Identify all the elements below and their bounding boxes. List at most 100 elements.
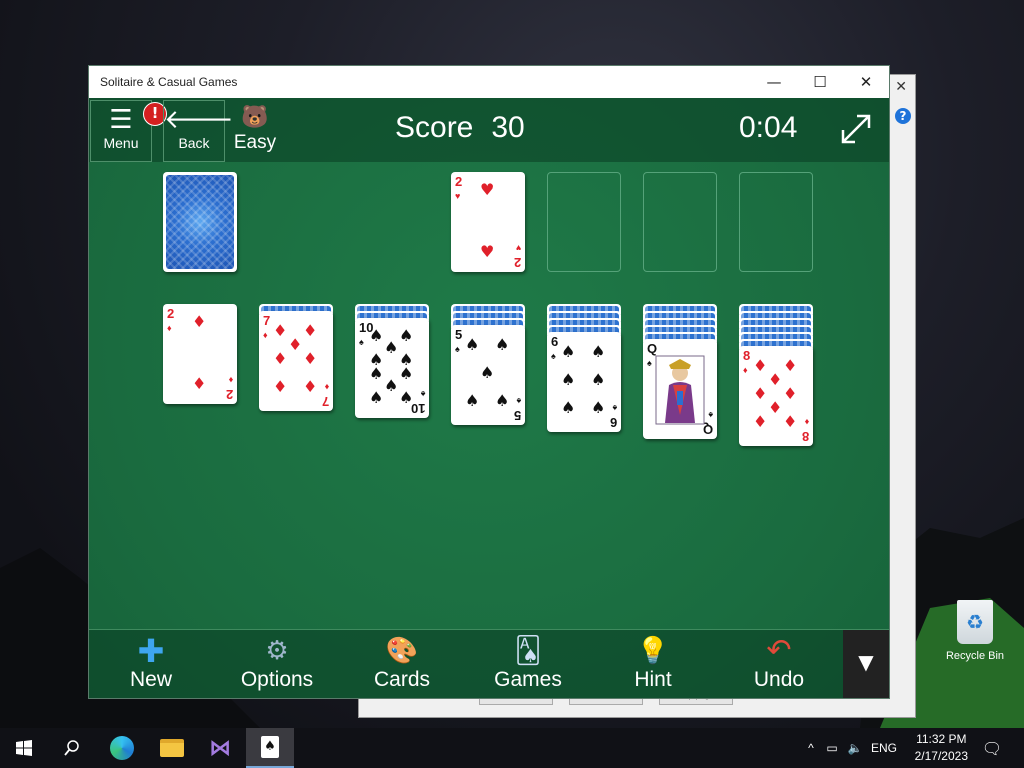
undo-button[interactable]: ↶ Undo	[724, 634, 834, 696]
hint-label: Hint	[634, 668, 672, 691]
spade-suit-icon: ♠	[384, 376, 399, 395]
diamond-suit-icon: ♦	[783, 356, 798, 375]
back-button[interactable]: 🡐 Back	[163, 100, 234, 162]
game-board: ☰ Menu ! 🡐 Back 🐻 Easy Score 30 0:04 2 ♥…	[89, 98, 889, 698]
spade-suit-icon: ♠	[399, 364, 414, 383]
windows-logo-icon	[16, 740, 32, 756]
diamond-suit-icon: ♦	[192, 312, 207, 331]
minimize-button[interactable]: —	[751, 66, 797, 98]
options-button[interactable]: ⚙ Options	[222, 634, 332, 696]
diamond-suit-icon: ♦	[753, 356, 768, 375]
new-game-button[interactable]: ✚ New	[96, 634, 206, 696]
score-value: 30	[491, 111, 525, 144]
volume-icon[interactable]: 🔈	[844, 741, 866, 755]
card-rank-bottom: 8 ♦	[801, 417, 809, 444]
arrow-left-icon: 🡐	[164, 105, 234, 135]
foundation-card-heart[interactable]: 2 ♥ ♥ ♥ 2 ♥	[451, 172, 525, 272]
games-button[interactable]: 🂡 Games	[473, 634, 583, 696]
spade-suit-icon: ♠	[465, 335, 480, 354]
diamond-suit-icon: ♦	[303, 321, 318, 340]
folder-icon	[160, 739, 184, 757]
bottom-toolbar: ✚ New ⚙ Options 🎨 Cards 🂡 Games 💡 Hint ↶	[89, 629, 889, 698]
clock-date: 2/17/2023	[914, 749, 968, 763]
games-label: Games	[494, 668, 562, 691]
menu-button[interactable]: ☰ Menu !	[90, 100, 167, 162]
diamond-suit-icon: ♦	[768, 398, 783, 417]
file-explorer-button[interactable]	[148, 728, 196, 768]
diamond-suit-icon: ♦	[753, 384, 768, 403]
heart-suit-icon: ♥	[480, 242, 495, 261]
stock-pile[interactable]	[163, 172, 237, 272]
spade-suit-icon: ♠	[591, 370, 606, 389]
taskbar-clock[interactable]: 11:32 PM 2/17/2023	[915, 731, 968, 765]
card-rank: 6 ♠	[551, 334, 559, 361]
diamond-suit-icon: ♦	[783, 384, 798, 403]
search-button[interactable]	[48, 728, 96, 768]
tableau-card-1[interactable]: 2 ♦ ♦ ♦ 2 ♦	[163, 304, 237, 404]
solitaire-icon: ♠	[261, 736, 279, 758]
tableau-card-4[interactable]: 5 ♠ ♠ ♠ ♠ ♠ ♠ 5 ♠	[451, 325, 525, 425]
solitaire-window: Solitaire & Casual Games — ☐ ✕ ☰ Menu ! …	[88, 65, 890, 699]
network-icon[interactable]: ▭	[820, 741, 844, 755]
cards-label: Cards	[373, 668, 431, 691]
search-icon	[64, 740, 79, 756]
cards-button[interactable]: 🎨 Cards	[347, 634, 457, 696]
card-rank-bottom: 2 ♥	[513, 243, 521, 270]
foundation-slot-3[interactable]	[643, 172, 717, 272]
gear-icon: ⚙	[265, 636, 289, 666]
foundation-slot-4[interactable]	[739, 172, 813, 272]
card-rank: 2 ♦	[167, 306, 175, 333]
notifications-button[interactable]: 🗨	[968, 728, 1016, 768]
diamond-suit-icon: ♦	[753, 412, 768, 431]
help-icon[interactable]: ?	[895, 108, 911, 124]
fullscreen-icon[interactable]	[839, 112, 873, 146]
spade-suit-icon: ♠	[369, 364, 384, 383]
close-icon[interactable]: ✕	[895, 79, 907, 95]
tableau-card-6[interactable]: Q ♠ Q ♠	[643, 339, 717, 439]
card-rank: 2 ♥	[455, 174, 463, 201]
tableau-card-5[interactable]: 6 ♠ ♠ ♠ ♠ ♠ ♠ ♠ 6 ♠	[547, 332, 621, 432]
visual-studio-button[interactable]: ⋈	[196, 728, 244, 768]
start-button[interactable]	[0, 728, 48, 768]
recycle-bin[interactable]: Recycle Bin	[940, 600, 1010, 662]
maximize-button[interactable]: ☐	[797, 66, 843, 98]
clock-time: 11:32 PM	[916, 732, 967, 746]
undo-arrow-icon: ↶	[766, 633, 792, 668]
difficulty-label: Easy	[233, 132, 277, 153]
palette-icon: 🎨	[385, 636, 419, 666]
recycle-bin-label: Recycle Bin	[945, 650, 1005, 662]
hamburger-icon: ☰	[109, 105, 133, 135]
edge-icon	[110, 736, 134, 760]
card-rank-bottom: 2 ♦	[225, 375, 233, 402]
chevron-down-icon[interactable]: ▼	[843, 630, 889, 698]
notification-icon: 🗨	[981, 738, 1003, 758]
card-rank-bottom: 5 ♠	[513, 396, 521, 423]
tableau-card-3[interactable]: 10 ♠ ♠ ♠ ♠ ♠ ♠ ♠ ♠ ♠ ♠ ♠ 10 ♠	[355, 318, 429, 418]
hint-button[interactable]: 💡 Hint	[598, 634, 708, 696]
recycle-bin-icon	[957, 600, 993, 644]
title-bar: Solitaire & Casual Games — ☐ ✕	[89, 66, 889, 98]
card-rank: 8 ♦	[743, 348, 751, 375]
spade-suit-icon: ♠	[495, 335, 510, 354]
edge-browser-button[interactable]	[98, 728, 146, 768]
tableau-card-7[interactable]: 8 ♦ ♦ ♦ ♦ ♦ ♦ ♦ ♦ ♦ 8 ♦	[739, 346, 813, 446]
diamond-suit-icon: ♦	[303, 377, 318, 396]
spade-suit-icon: ♠	[591, 342, 606, 361]
diamond-suit-icon: ♦	[273, 377, 288, 396]
language-indicator[interactable]: ENG	[866, 741, 902, 755]
close-button[interactable]: ✕	[843, 66, 889, 98]
system-tray: ^ ▭ 🔈 ENG	[802, 728, 902, 768]
game-top-bar: ☰ Menu ! 🡐 Back 🐻 Easy Score 30 0:04	[89, 98, 889, 162]
chevron-up-icon[interactable]: ^	[802, 741, 820, 755]
window-title: Solitaire & Casual Games	[100, 75, 238, 89]
card-rank: 5 ♠	[455, 327, 463, 354]
diamond-suit-icon: ♦	[783, 412, 798, 431]
card-rank-bottom: 7 ♦	[321, 382, 329, 409]
foundation-slot-2[interactable]	[547, 172, 621, 272]
diamond-suit-icon: ♦	[303, 349, 318, 368]
spade-suit-icon: ♠	[384, 338, 399, 357]
solitaire-taskbar-button[interactable]: ♠	[246, 728, 294, 768]
cards-deck-icon: 🂡	[514, 636, 542, 666]
polar-bear-icon: 🐻	[241, 105, 269, 130]
tableau-card-2[interactable]: 7 ♦ ♦ ♦ ♦ ♦ ♦ ♦ ♦ 7 ♦	[259, 311, 333, 411]
